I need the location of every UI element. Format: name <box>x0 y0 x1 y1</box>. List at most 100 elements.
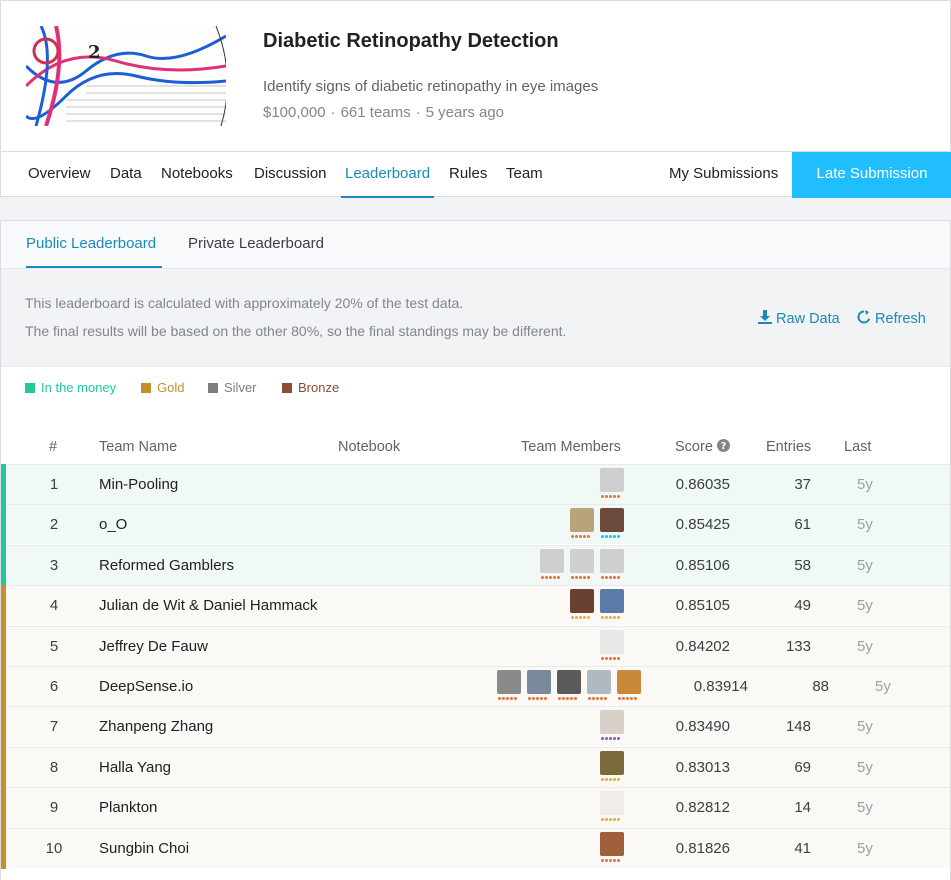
medal-indicator <box>1 504 6 546</box>
svg-text:2: 2 <box>88 42 101 63</box>
team-name[interactable]: Jeffrey De Fauw <box>99 638 208 655</box>
leaderboard-row[interactable]: 1 Min-Pooling 0.86035 37 5y <box>1 464 950 505</box>
legend-in-the-money: In the money <box>25 380 116 395</box>
leaderboard-row[interactable]: 8 Halla Yang 0.83013 69 5y <box>1 746 950 788</box>
last-submission: 5y <box>875 678 891 695</box>
leaderboard-row[interactable]: 3 Reformed Gamblers 0.85106 58 5y <box>1 544 950 586</box>
tab-overview[interactable]: Overview <box>28 152 91 198</box>
col-header-entries: Entries <box>766 439 812 455</box>
tab-discussion[interactable]: Discussion <box>254 152 327 198</box>
member-avatar[interactable] <box>600 750 624 781</box>
rank-number: 1 <box>49 476 59 493</box>
entries-count: 37 <box>794 476 811 493</box>
leaderboard-row[interactable]: 6 DeepSense.io 0.83914 88 5y <box>1 666 950 707</box>
member-avatar[interactable] <box>600 468 624 498</box>
tier-dots <box>601 535 621 539</box>
member-avatar[interactable] <box>600 629 624 660</box>
team-name[interactable]: Plankton <box>99 799 157 816</box>
tab-rules[interactable]: Rules <box>449 152 487 198</box>
score-value: 0.83914 <box>693 678 748 695</box>
member-avatar[interactable] <box>600 710 624 741</box>
competition-subtitle: Identify signs of diabetic retinopathy i… <box>263 78 599 95</box>
tier-dots <box>571 616 591 620</box>
score-value: 0.83490 <box>675 718 730 736</box>
team-name[interactable]: Min-Pooling <box>99 476 178 493</box>
tier-dots <box>601 656 621 661</box>
tier-dots <box>541 575 561 580</box>
member-avatar[interactable] <box>540 548 564 579</box>
team-name[interactable]: Halla Yang <box>99 759 171 776</box>
last-submission: 5y <box>857 718 873 736</box>
last-submission: 5y <box>857 799 873 817</box>
leaderboard-row[interactable]: 9 Plankton 0.82812 14 5y <box>1 787 950 829</box>
team-name[interactable]: DeepSense.io <box>99 678 193 695</box>
last-submission: 5y <box>857 758 873 776</box>
rank-number: 8 <box>49 758 59 776</box>
team-name[interactable]: Zhanpeng Zhang <box>99 718 213 735</box>
score-value: 0.85425 <box>675 516 730 534</box>
member-avatar[interactable] <box>570 589 594 620</box>
tier-dots <box>601 777 621 782</box>
last-submission: 5y <box>857 556 873 574</box>
tab-team[interactable]: Team <box>506 152 543 198</box>
legend-silver: Silver <box>208 380 257 395</box>
member-avatar[interactable] <box>527 670 551 700</box>
rank-number: 2 <box>49 516 59 534</box>
col-header-score[interactable]: Score ? <box>675 439 730 455</box>
info-text-2: The final results will be based on the o… <box>25 323 567 339</box>
last-submission: 5y <box>857 516 873 534</box>
medal-indicator <box>1 827 6 869</box>
member-avatar[interactable] <box>497 670 521 700</box>
team-name[interactable]: Julian de Wit & Daniel Hammack <box>99 597 317 614</box>
col-header-last: Last <box>844 439 872 455</box>
rank-number: 7 <box>49 718 59 736</box>
member-avatar[interactable] <box>600 589 624 620</box>
team-name[interactable]: o_O <box>99 516 127 533</box>
raw-data-link[interactable]: Raw Data <box>758 310 840 327</box>
score-value: 0.86035 <box>675 476 730 493</box>
competition-header: 2 Diabetic Retinopathy Detection Identif… <box>0 0 951 198</box>
team-name[interactable]: Reformed Gamblers <box>99 557 234 574</box>
member-avatar[interactable] <box>617 670 641 700</box>
tab-notebooks[interactable]: Notebooks <box>161 152 233 198</box>
member-avatar[interactable] <box>587 670 611 700</box>
member-avatar[interactable] <box>557 670 581 700</box>
member-avatar[interactable] <box>600 831 624 862</box>
team-members <box>600 710 624 744</box>
tab-public-leaderboard[interactable]: Public Leaderboard <box>26 221 163 268</box>
entries-count: 14 <box>794 799 811 817</box>
team-name[interactable]: Sungbin Choi <box>99 840 189 857</box>
rank-number: 4 <box>49 597 59 615</box>
col-header-rank: # <box>49 439 58 455</box>
member-avatar[interactable] <box>570 548 594 579</box>
leaderboard-tabs: Public Leaderboard Private Leaderboard <box>1 221 950 269</box>
tab-private-leaderboard[interactable]: Private Leaderboard <box>188 221 324 268</box>
my-submissions-link[interactable]: My Submissions <box>669 152 778 198</box>
tier-dots <box>558 697 578 701</box>
medal-indicator <box>1 787 6 829</box>
score-value: 0.85106 <box>675 556 730 574</box>
late-submission-button[interactable]: Late Submission <box>792 152 951 198</box>
col-header-team: Team Name <box>99 439 178 455</box>
member-avatar[interactable] <box>600 508 624 539</box>
member-avatar[interactable] <box>600 548 624 579</box>
leaderboard-row[interactable]: 2 o_O 0.85425 61 5y <box>1 504 950 546</box>
legend-bronze: Bronze <box>282 380 339 395</box>
leaderboard-row[interactable]: 4 Julian de Wit & Daniel Hammack 0.85105 49… <box>1 585 950 627</box>
entries-count: 49 <box>794 597 811 615</box>
medal-indicator <box>1 706 6 748</box>
competition-banner-image: 2 <box>26 26 226 126</box>
help-icon[interactable]: ? <box>716 439 730 452</box>
tab-data[interactable]: Data <box>110 152 142 198</box>
last-submission: 5y <box>857 839 873 857</box>
leaderboard-row[interactable]: 5 Jeffrey De Fauw 0.84202 133 5y <box>1 625 950 667</box>
leaderboard-row[interactable]: 7 Zhanpeng Zhang 0.83490 148 5y <box>1 706 950 748</box>
member-avatar[interactable] <box>570 508 594 539</box>
member-avatar[interactable] <box>600 791 624 822</box>
tier-dots <box>601 818 621 822</box>
medal-indicator <box>1 625 6 667</box>
leaderboard-row[interactable]: 10 Sungbin Choi 0.81826 41 5y <box>1 827 950 869</box>
team-members <box>540 548 624 583</box>
refresh-link[interactable]: Refresh <box>857 310 926 327</box>
tab-leaderboard[interactable]: Leaderboard <box>341 152 435 198</box>
